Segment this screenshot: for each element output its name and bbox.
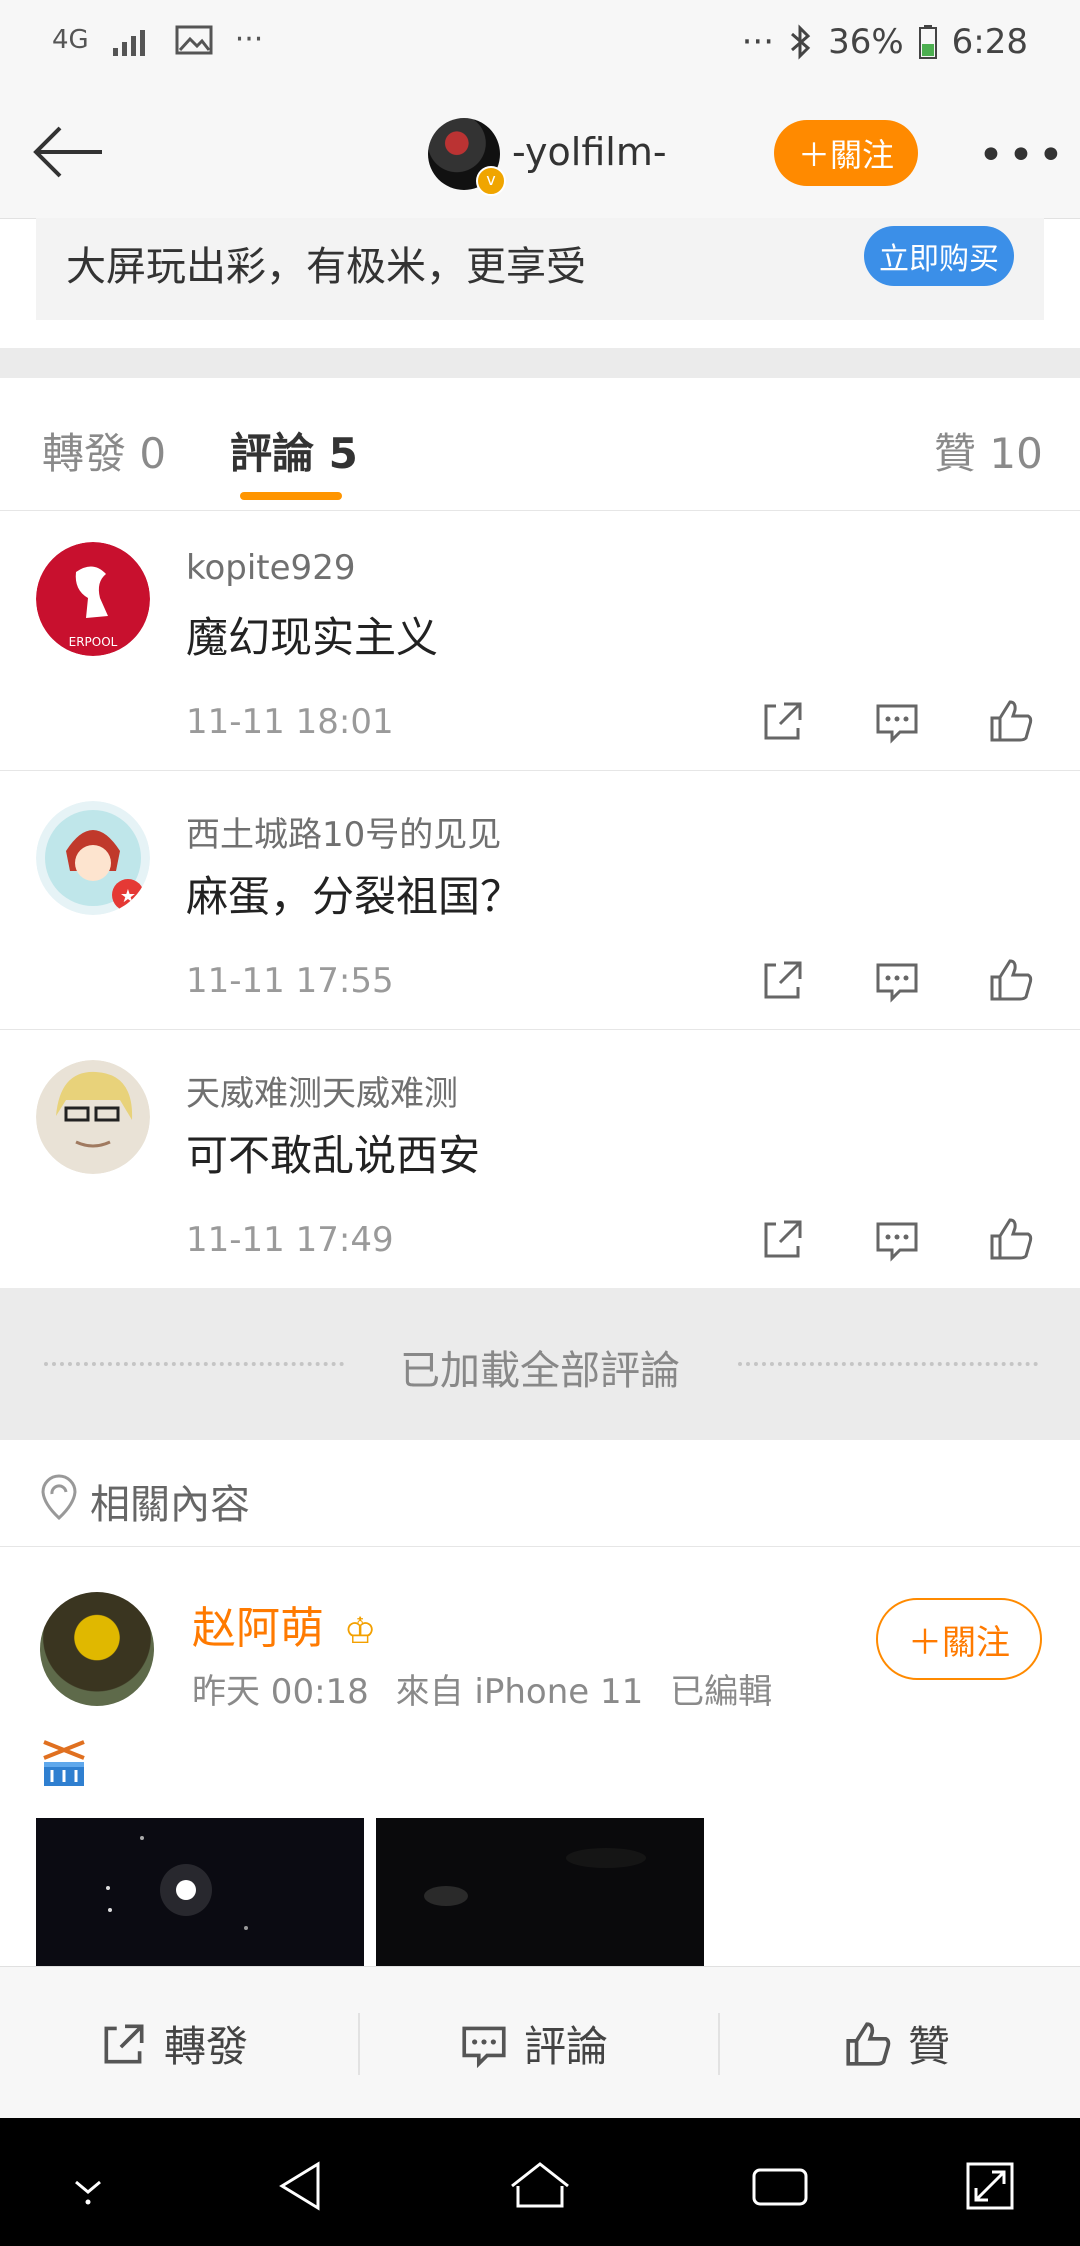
all-comments-loaded-band: 已加載全部評論 bbox=[0, 1288, 1080, 1440]
drum-emoji-icon bbox=[43, 1740, 85, 1786]
comment-icon[interactable] bbox=[872, 696, 922, 746]
bottom-action-bar: 轉發 評論 贊 bbox=[0, 1966, 1080, 2119]
status-more-right: ··· bbox=[741, 22, 775, 62]
bottom-repost-label: 轉發 bbox=[164, 2022, 249, 2071]
post-source: 來自 iPhone 11 bbox=[395, 1672, 644, 1712]
related-content-label: 相關內容 bbox=[90, 1482, 250, 1528]
ad-text: 大屏玩出彩，有极米，更享受 bbox=[66, 244, 586, 290]
bottom-comment-label: 評論 bbox=[524, 2022, 609, 2071]
system-home-icon[interactable] bbox=[508, 2158, 572, 2214]
post-image[interactable] bbox=[376, 1818, 704, 1968]
ad-banner[interactable]: 大屏玩出彩，有极米，更享受 立即购买 bbox=[36, 218, 1044, 320]
commenter-avatar[interactable]: ERPOOL bbox=[36, 542, 150, 656]
post-author-avatar[interactable] bbox=[40, 1592, 154, 1706]
bottom-comment-button[interactable]: 評論 bbox=[458, 2013, 608, 2074]
bottom-like-label: 贊 bbox=[908, 2022, 951, 2071]
verified-badge-icon: v bbox=[476, 166, 506, 196]
comment-icon[interactable] bbox=[872, 1214, 922, 1264]
repost-icon[interactable] bbox=[758, 955, 808, 1005]
comment-item[interactable]: ERPOOL kopite929 魔幻现实主义 11-11 18:01 bbox=[0, 512, 1080, 771]
signal-icon bbox=[112, 29, 145, 56]
status-right: ··· 36% 6:28 bbox=[742, 22, 1028, 62]
like-icon[interactable] bbox=[986, 1214, 1036, 1264]
post-image[interactable] bbox=[36, 1818, 364, 1968]
comment-text: 麻蛋，分裂祖国？ bbox=[186, 872, 523, 921]
like-icon bbox=[846, 2021, 891, 2066]
bluetooth-icon bbox=[791, 24, 811, 60]
commenter-avatar[interactable] bbox=[36, 1060, 150, 1174]
back-arrow-icon bbox=[33, 126, 102, 178]
comment-time: 11-11 17:49 bbox=[186, 1220, 394, 1260]
image-icon bbox=[175, 25, 213, 54]
comment-icon[interactable] bbox=[872, 955, 922, 1005]
dotted-divider-right bbox=[738, 1362, 1038, 1366]
location-pin-icon bbox=[41, 1474, 77, 1521]
post-follow-button[interactable]: ＋關注 bbox=[876, 1598, 1042, 1680]
battery-icon bbox=[918, 25, 937, 59]
author-name[interactable]: -yolfilm- bbox=[512, 130, 667, 174]
comment-time: 11-11 18:01 bbox=[186, 702, 394, 742]
svg-text:★: ★ bbox=[120, 886, 136, 907]
repost-icon bbox=[104, 2024, 144, 2063]
clock: 6:28 bbox=[951, 22, 1028, 62]
follow-button[interactable]: ＋關注 bbox=[774, 120, 918, 186]
related-content-header: 相關內容 bbox=[0, 1440, 1080, 1547]
comment-item[interactable]: ★ 西土城路10号的见见 麻蛋，分裂祖国？ 11-11 17:55 bbox=[0, 771, 1080, 1030]
battery-percent: 36% bbox=[828, 22, 904, 62]
section-divider bbox=[0, 348, 1080, 378]
all-comments-loaded-text: 已加載全部評論 bbox=[400, 1348, 680, 1394]
commenter-name[interactable]: 西土城路10号的见见 bbox=[186, 807, 501, 856]
status-left: 4G ··· bbox=[52, 22, 263, 57]
hide-keyboard-icon[interactable] bbox=[56, 2158, 120, 2214]
commenter-name[interactable]: 天威难测天威难测 bbox=[186, 1066, 458, 1115]
buy-now-button[interactable]: 立即购买 bbox=[864, 226, 1014, 286]
system-back-icon[interactable] bbox=[270, 2158, 334, 2214]
tab-likes[interactable]: 贊 10 bbox=[934, 420, 1043, 481]
comment-icon bbox=[462, 2026, 506, 2068]
status-bar: 4G ··· ··· 36% 6:28 bbox=[0, 0, 1080, 90]
interaction-tabs: 轉發 0 評論 5 贊 10 bbox=[0, 378, 1080, 511]
status-more-left: ··· bbox=[234, 22, 264, 57]
comment-time: 11-11 17:55 bbox=[186, 961, 394, 1001]
post-edited: 已編輯 bbox=[670, 1672, 773, 1712]
bottom-repost-button[interactable]: 轉發 bbox=[98, 2013, 248, 2074]
comment-text: 可不敢乱说西安 bbox=[186, 1131, 481, 1180]
like-icon[interactable] bbox=[986, 955, 1036, 1005]
back-button[interactable] bbox=[28, 120, 108, 184]
commenter-avatar[interactable]: ★ bbox=[36, 801, 150, 915]
active-tab-indicator bbox=[240, 492, 342, 500]
system-rotate-icon[interactable] bbox=[958, 2158, 1022, 2214]
svg-text:ERPOOL: ERPOOL bbox=[69, 635, 118, 649]
repost-icon[interactable] bbox=[758, 1214, 808, 1264]
comment-item[interactable]: 天威难测天威难测 可不敢乱说西安 11-11 17:49 bbox=[0, 1030, 1080, 1289]
post-time: 昨天 00:18 bbox=[192, 1672, 369, 1712]
tab-comments[interactable]: 評論 5 bbox=[230, 420, 358, 481]
network-type: 4G bbox=[52, 24, 89, 55]
repost-icon[interactable] bbox=[758, 696, 808, 746]
bottom-like-button[interactable]: 贊 bbox=[842, 2013, 950, 2074]
tab-repost[interactable]: 轉發 0 bbox=[42, 420, 166, 481]
more-options-icon[interactable]: ••• bbox=[978, 130, 1068, 181]
system-navigation-bar bbox=[0, 2118, 1080, 2246]
related-post[interactable]: 赵阿萌 ♔ 昨天 00:18 來自 iPhone 11 已編輯 ＋關注 bbox=[0, 1546, 1080, 1968]
system-recents-icon[interactable] bbox=[748, 2158, 812, 2214]
top-nav-bar: v -yolfilm- ＋關注 ••• bbox=[0, 90, 1080, 219]
commenter-name[interactable]: kopite929 bbox=[186, 548, 355, 588]
comment-text: 魔幻现实主义 bbox=[186, 613, 439, 662]
post-meta: 昨天 00:18 來自 iPhone 11 已編輯 bbox=[192, 1664, 772, 1713]
post-author-name[interactable]: 赵阿萌 ♔ bbox=[192, 1592, 376, 1656]
bar-separator bbox=[358, 2013, 360, 2075]
like-icon[interactable] bbox=[986, 696, 1036, 746]
crown-badge-icon: ♔ bbox=[344, 1611, 377, 1652]
bar-separator bbox=[718, 2013, 720, 2075]
